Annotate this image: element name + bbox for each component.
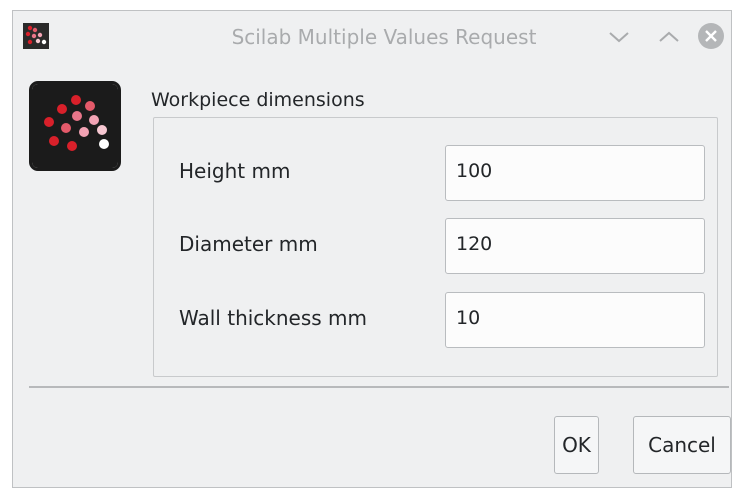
close-icon — [697, 22, 725, 54]
scilab-logo — [29, 81, 121, 171]
close-button[interactable] — [696, 23, 726, 53]
maximize-button[interactable] — [654, 23, 684, 53]
diameter-row: Diameter mm 120 — [179, 218, 737, 274]
wall-thickness-row: Wall thickness mm 10 — [179, 292, 737, 348]
diameter-label: Diameter mm — [179, 232, 318, 256]
height-label: Height mm — [179, 159, 291, 183]
minimize-button[interactable] — [604, 23, 634, 53]
height-row: Height mm 100 — [179, 145, 737, 201]
wall-thickness-label: Wall thickness mm — [179, 306, 368, 330]
chevron-up-icon — [658, 29, 680, 48]
ok-button[interactable]: OK — [554, 416, 599, 474]
height-input[interactable]: 100 — [445, 145, 705, 201]
group-title: Workpiece dimensions — [151, 89, 365, 111]
divider — [29, 386, 729, 388]
diameter-input[interactable]: 120 — [445, 218, 705, 274]
cancel-button[interactable]: Cancel — [633, 416, 731, 474]
title-bar[interactable]: Scilab Multiple Values Request — [13, 11, 731, 65]
chevron-down-icon — [608, 29, 630, 48]
dialog-window: Scilab Multiple Values Request Workpiece… — [12, 10, 732, 488]
wall-thickness-input[interactable]: 10 — [445, 292, 705, 348]
